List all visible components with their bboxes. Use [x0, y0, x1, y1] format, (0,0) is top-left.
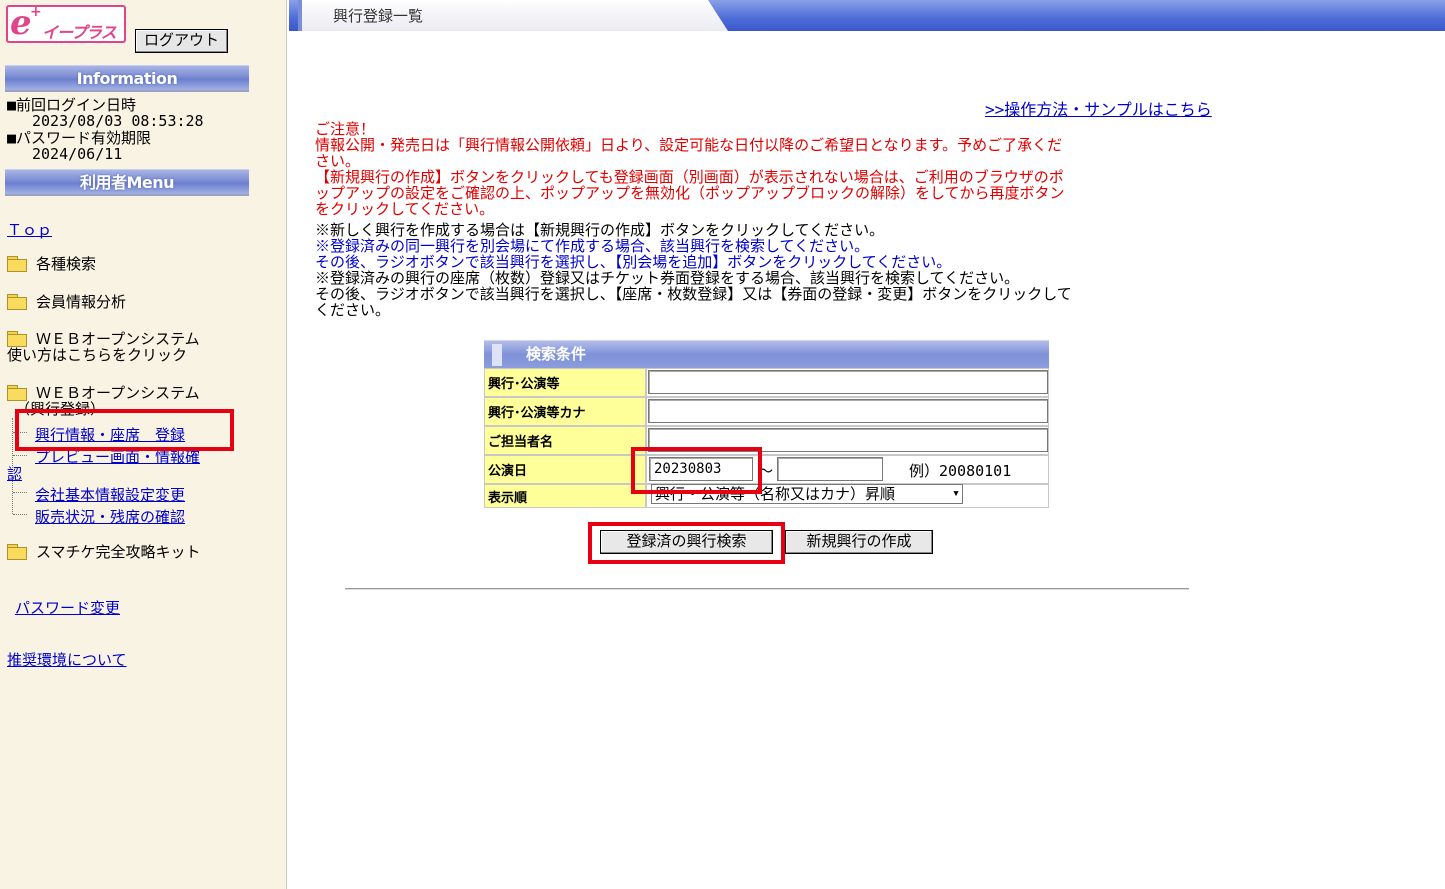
- sidebar-link-top[interactable]: Ｔｏｐ: [7, 219, 52, 240]
- display-order-select[interactable]: 興行・公演等（名称又はカナ）昇順 ▾: [651, 484, 963, 504]
- instruction-text: その後、ラジオボタンで該当興行を選択し、【別会場を追加】ボタンをクリックしてくだ…: [315, 253, 952, 271]
- instruction-text: その後、ラジオボタンで該当興行を選択し、【座席・枚数登録】又は【券面の登録・変更…: [315, 285, 1072, 303]
- warning-text: さい。: [315, 152, 361, 170]
- instruction-text: ※登録済みの同一興行を別会場にて作成する場合、該当興行を検索してください。: [315, 237, 870, 255]
- label-event-kana: 興行･公演等カナ: [484, 397, 646, 426]
- tree-connector: [13, 455, 27, 456]
- date-to-input[interactable]: [777, 457, 883, 481]
- divider: [345, 588, 1189, 590]
- sidebar-subitem-event-seat-registration[interactable]: 興行情報・座席 登録: [35, 424, 185, 445]
- last-login-label: ■前回ログイン日時: [7, 96, 137, 114]
- search-conditions-panel: 検索条件 興行･公演等 興行･公演等カナ ご担当者名 公演日 20230803 …: [484, 340, 1049, 508]
- date-example: 例）20080101: [909, 462, 1012, 480]
- warning-text: をクリックしてください。: [315, 200, 495, 218]
- warning-heading: ご注意！: [315, 120, 376, 138]
- cell-performance-date: 20230803 ～ 例）20080101: [646, 455, 1049, 484]
- password-change-link[interactable]: パスワード変更: [15, 597, 120, 618]
- logo-plus-mark: +: [30, 4, 42, 20]
- sidebar-subitem-preview[interactable]: プレビュー画面・情報確: [35, 446, 200, 467]
- sidebar-item-web-open-registration[interactable]: ＷＥＢオープンシステム （興行登録）: [7, 385, 200, 417]
- folder-icon: [7, 256, 27, 272]
- event-name-input[interactable]: [648, 370, 1048, 394]
- sidebar-item-smachike-kit[interactable]: スマチケ完全攻略キット: [7, 544, 201, 560]
- event-kana-input[interactable]: [648, 399, 1048, 423]
- cell-event-kana: [646, 397, 1049, 426]
- instruction-text: ※登録済みの興行の座席（枚数）登録又はチケット券面登録をする場合、該当興行を検索…: [315, 269, 1020, 287]
- warning-text: 情報公開・発売日は「興行情報公開依頼」日より、設定可能な日付以降のご希望日となり…: [315, 136, 1063, 154]
- tree-connector: [13, 492, 27, 493]
- eplus-logo[interactable]: e + イープラス: [6, 3, 126, 43]
- date-from-input[interactable]: 20230803: [649, 457, 753, 481]
- cell-manager: [646, 426, 1049, 455]
- sidebar-subitem-company-settings[interactable]: 会社基本情報設定変更: [35, 484, 185, 505]
- tree-connector: [13, 514, 27, 515]
- manager-name-input[interactable]: [648, 428, 1048, 452]
- password-expiry-value: 2024/06/11: [32, 145, 123, 163]
- folder-icon: [7, 544, 27, 560]
- date-range-separator: ～: [758, 462, 774, 480]
- search-conditions-title: 検索条件: [484, 340, 1049, 368]
- label-event-name: 興行･公演等: [484, 368, 646, 397]
- label-manager: ご担当者名: [484, 426, 646, 455]
- search-registered-events-button[interactable]: 登録済の興行検索: [600, 530, 773, 554]
- instruction-text: ください。: [315, 301, 391, 319]
- folder-open-icon: [7, 385, 27, 401]
- label-display-order: 表示順: [484, 484, 646, 508]
- sidebar-item-search[interactable]: 各種検索: [7, 256, 96, 272]
- logo-e-mark: e: [10, 3, 32, 43]
- label-performance-date: 公演日: [484, 455, 646, 484]
- user-menu-header: 利用者Menu: [5, 169, 249, 196]
- instruction-text: ※新しく興行を作成する場合は【新規興行の作成】ボタンをクリックしてください。: [315, 221, 885, 239]
- sidebar: e + イープラス ログアウト Information ■前回ログイン日時 20…: [0, 0, 287, 889]
- create-new-event-button[interactable]: 新規興行の作成: [785, 530, 933, 554]
- logo-text: イープラス: [42, 23, 117, 42]
- warning-text: 【新規興行の作成】ボタンをクリックしても登録画面（別画面）が表示されない場合は、…: [315, 168, 1064, 186]
- warning-text: ップアップの設定をご確認の上、ポップアップを無効化（ポップアップブロックの解除）…: [315, 184, 1065, 202]
- manual-sample-link[interactable]: >>操作方法・サンプルはこちら: [985, 96, 1212, 120]
- recommended-environment-link[interactable]: 推奨環境について: [7, 649, 127, 670]
- sidebar-item-web-open-howto[interactable]: ＷＥＢオープンシステム 使い方はこちらをクリック: [7, 331, 200, 363]
- sidebar-item-member-analysis[interactable]: 会員情報分析: [7, 294, 126, 310]
- tree-connector: [13, 432, 27, 433]
- sidebar-subitem-preview-cont[interactable]: 認: [7, 463, 22, 484]
- sidebar-subitem-sales-status[interactable]: 販売状況・残席の確認: [35, 506, 185, 527]
- password-expiry-label: ■パスワード有効期限: [7, 129, 152, 147]
- information-header: Information: [5, 65, 249, 92]
- logout-button[interactable]: ログアウト: [135, 29, 228, 53]
- folder-icon: [7, 331, 27, 347]
- last-login-value: 2023/08/03 08:53:28: [32, 112, 204, 130]
- chevron-down-icon: ▾: [952, 486, 960, 501]
- cell-event-name: [646, 368, 1049, 397]
- page-title: 興行登録一覧: [333, 7, 424, 25]
- folder-icon: [7, 294, 27, 310]
